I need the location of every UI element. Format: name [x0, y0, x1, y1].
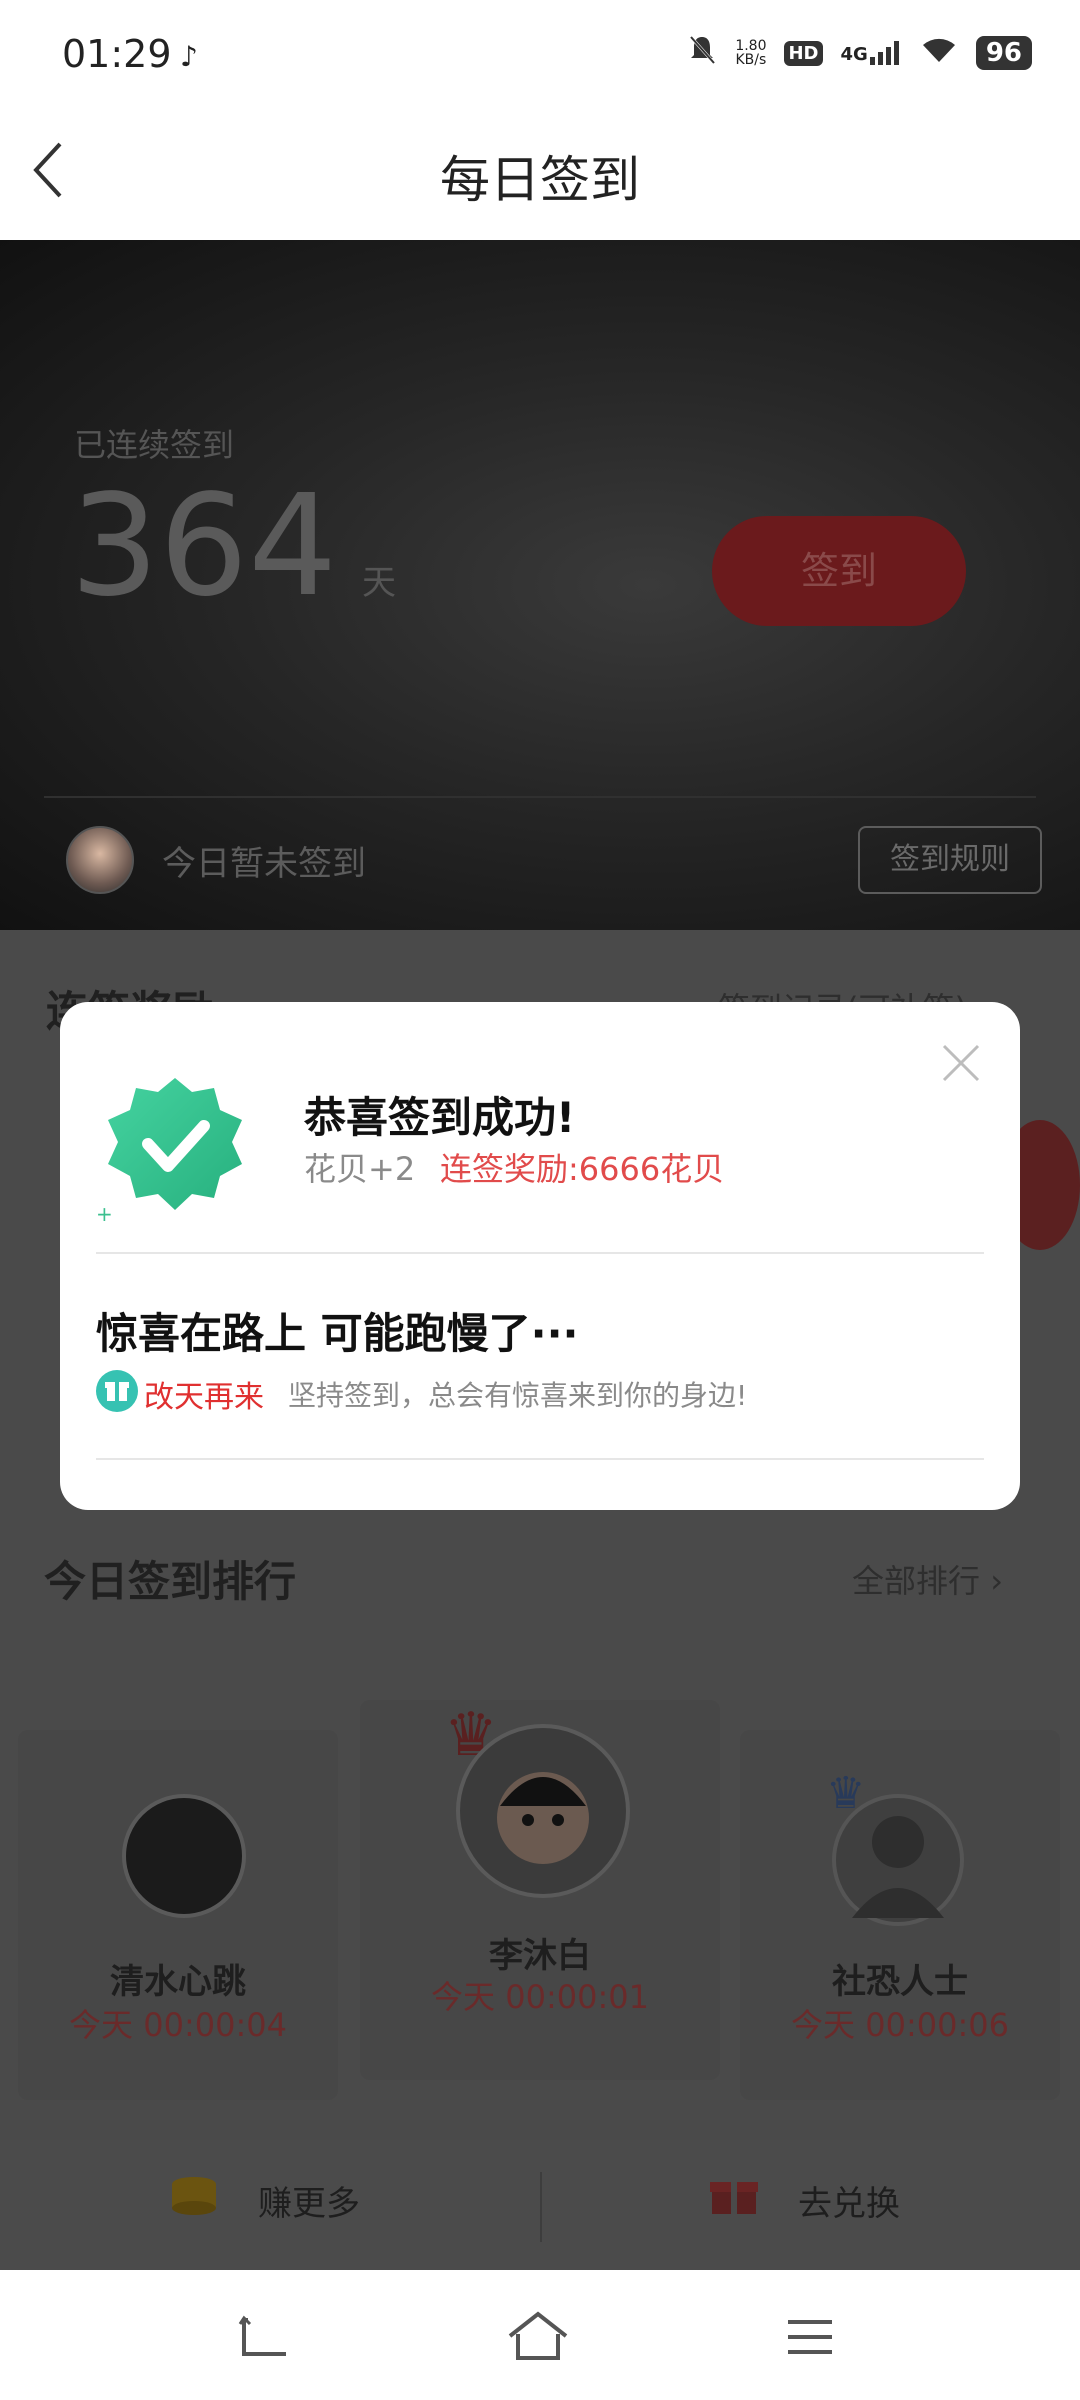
- ranking-card-1[interactable]: ♛ 李沐白 今天 00:00:01: [360, 1700, 720, 2080]
- points-earned: 花贝+2: [304, 1150, 416, 1188]
- ranking-title: 今日签到排行: [44, 1557, 297, 1606]
- ranking-card-3[interactable]: ♛ 社恐人士 今天 00:00:06: [740, 1730, 1060, 2100]
- battery-icon: 96: [975, 36, 1032, 70]
- gift-icon: [96, 1370, 138, 1412]
- hero-divider: [44, 796, 1036, 798]
- surprise-title: 惊喜在路上 可能跑慢了···: [96, 1309, 579, 1358]
- avatar: [122, 1794, 246, 1918]
- page-title: 每日签到: [440, 151, 640, 209]
- back-nav-icon[interactable]: [236, 2310, 306, 2364]
- signin-success-modal: + 恭喜签到成功! 花贝+2 连签奖励:6666花贝 惊喜在路上 可能跑慢了··…: [60, 1002, 1020, 1510]
- consecutive-days: 364: [70, 465, 338, 628]
- days-unit: 天: [362, 563, 396, 603]
- home-nav-icon[interactable]: [506, 2310, 576, 2364]
- user-avatar: [66, 826, 134, 894]
- signin-hero: 已连续签到 364 天 签到 今日暂未签到 签到规则: [0, 240, 1080, 930]
- rank-time: 今天 00:00:01: [431, 1978, 649, 2016]
- rank-time: 今天 00:00:04: [69, 2006, 287, 2044]
- encouragement-tip: 坚持签到，总会有惊喜来到你的身边!: [288, 1379, 748, 1412]
- today-status: 今日暂未签到: [162, 844, 366, 884]
- sparkle-icon: +: [96, 1202, 113, 1226]
- modal-divider: [96, 1252, 984, 1254]
- bottom-action-bar: 赚更多 去兑换: [0, 2140, 1080, 2270]
- sign-in-button[interactable]: 签到: [712, 516, 966, 626]
- rank-time: 今天 00:00:06: [791, 2006, 1009, 2044]
- wifi-icon: [920, 36, 958, 70]
- top-nav-bar: 每日签到: [0, 110, 1080, 240]
- modal-title: 恭喜签到成功!: [304, 1093, 576, 1142]
- success-badge-icon: [100, 1072, 250, 1222]
- rank-name: 社恐人士: [832, 1962, 968, 2002]
- tiktok-icon: ♪: [180, 40, 198, 73]
- avatar: [832, 1794, 964, 1926]
- avatar: [456, 1724, 630, 1898]
- all-ranking-link[interactable]: 全部排行 ›: [852, 1556, 1003, 1602]
- status-time: 01:29: [62, 32, 172, 76]
- bottom-divider: [540, 2172, 542, 2242]
- earn-more-button[interactable]: 赚更多: [170, 2176, 360, 2225]
- close-icon[interactable]: [940, 1042, 982, 1084]
- coin-stack-icon: [170, 2176, 218, 2225]
- streak-reward: 连签奖励:6666花贝: [440, 1150, 725, 1188]
- system-nav-bar: [0, 2270, 1080, 2400]
- net-speed: 1.80 KB/s: [735, 38, 767, 68]
- come-back-later-label: 改天再来: [144, 1380, 264, 1415]
- modal-divider: [96, 1458, 984, 1460]
- rules-button[interactable]: 签到规则: [858, 826, 1042, 894]
- menu-nav-icon[interactable]: [782, 2310, 852, 2364]
- status-bar: 01:29 ♪ 1.80 KB/s HD 4G 96: [0, 0, 1080, 110]
- gift-icon: [710, 2176, 758, 2225]
- consecutive-label: 已连续签到: [74, 426, 235, 464]
- mute-bell-icon: [687, 34, 717, 72]
- hd-icon: HD: [784, 40, 823, 66]
- rank-name: 李沐白: [489, 1936, 591, 1976]
- status-icons: 1.80 KB/s HD 4G 96: [687, 34, 1032, 72]
- redeem-button[interactable]: 去兑换: [710, 2176, 900, 2225]
- signal-icon: 4G: [841, 41, 902, 65]
- ranking-card-2[interactable]: 清水心跳 今天 00:00:04: [18, 1730, 338, 2100]
- rank-name: 清水心跳: [110, 1962, 246, 2002]
- chevron-right-icon: ›: [990, 1562, 1003, 1600]
